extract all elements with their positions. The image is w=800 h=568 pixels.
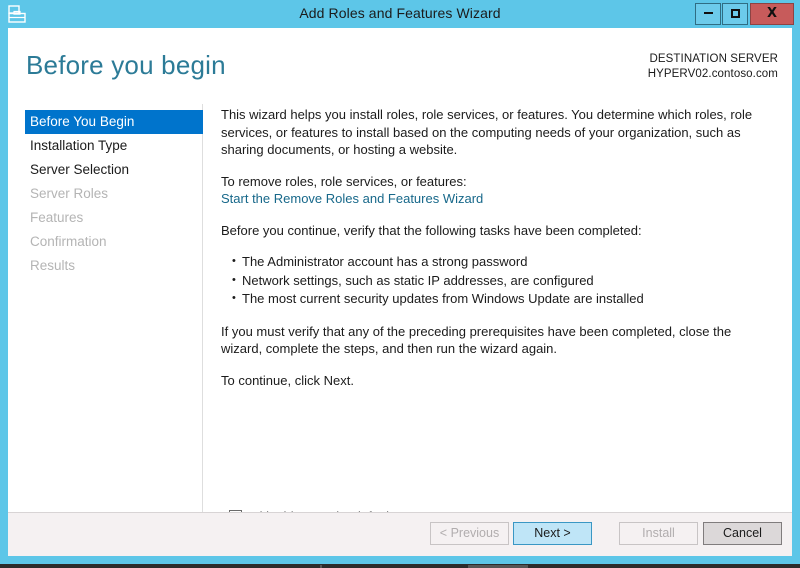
install-button: Install <box>619 522 698 545</box>
minimize-icon <box>703 11 713 14</box>
remove-prompt: To remove roles, role services, or featu… <box>221 173 467 189</box>
server-manager-icon <box>7 4 27 24</box>
sidebar-item-results: Results <box>30 258 76 273</box>
taskbar-strip <box>0 564 800 568</box>
verify-prompt: Before you continue, verify that the fol… <box>221 222 642 238</box>
prerequisites-note: If you must verify that any of the prece… <box>221 323 732 357</box>
close-button[interactable]: X <box>750 3 794 25</box>
next-button[interactable]: Next > <box>513 522 592 545</box>
title-bar[interactable]: Add Roles and Features Wizard X <box>0 0 800 28</box>
destination-server-name: HYPERV02.contoso.com <box>647 68 778 80</box>
prerequisite-task-list: The Administrator account has a strong p… <box>221 252 773 309</box>
wizard-window: Add Roles and Features Wizard X Before y… <box>0 0 800 564</box>
previous-button: < Previous <box>430 522 509 545</box>
window-title: Add Roles and Features Wizard <box>299 5 501 21</box>
wizard-footer: < Previous Next > Install Cancel <box>8 512 792 556</box>
sidebar-item-confirmation: Confirmation <box>30 234 107 249</box>
continue-note: To continue, click Next. <box>221 372 354 388</box>
sidebar-item-before-you-begin[interactable]: Before You Begin <box>25 110 203 134</box>
intro-paragraph: This wizard helps you install roles, rol… <box>221 107 753 157</box>
list-item: The most current security updates from W… <box>232 289 773 309</box>
cancel-button[interactable]: Cancel <box>703 522 782 545</box>
wizard-content: This wizard helps you install roles, rol… <box>221 106 773 403</box>
destination-server-label: DESTINATION SERVER <box>649 53 778 65</box>
maximize-button[interactable] <box>722 3 748 25</box>
wizard-client-area: Before you begin DESTINATION SERVER HYPE… <box>8 28 792 556</box>
sidebar-item-features: Features <box>30 210 84 225</box>
remove-roles-wizard-link[interactable]: Start the Remove Roles and Features Wiza… <box>221 190 483 208</box>
minimize-button[interactable] <box>695 3 721 25</box>
sidebar-item-server-roles: Server Roles <box>30 186 109 201</box>
sidebar-item-installation-type[interactable]: Installation Type <box>8 134 203 158</box>
list-item: The Administrator account has a strong p… <box>232 252 773 272</box>
maximize-icon <box>730 8 740 18</box>
page-title: Before you begin <box>26 50 226 80</box>
wizard-steps-nav: Before You Begin Installation Type Serve… <box>8 110 203 510</box>
destination-server-block: DESTINATION SERVER HYPERV02.contoso.com <box>648 52 778 82</box>
sidebar-item-server-selection[interactable]: Server Selection <box>8 158 203 182</box>
list-item: Network settings, such as static IP addr… <box>232 271 773 291</box>
